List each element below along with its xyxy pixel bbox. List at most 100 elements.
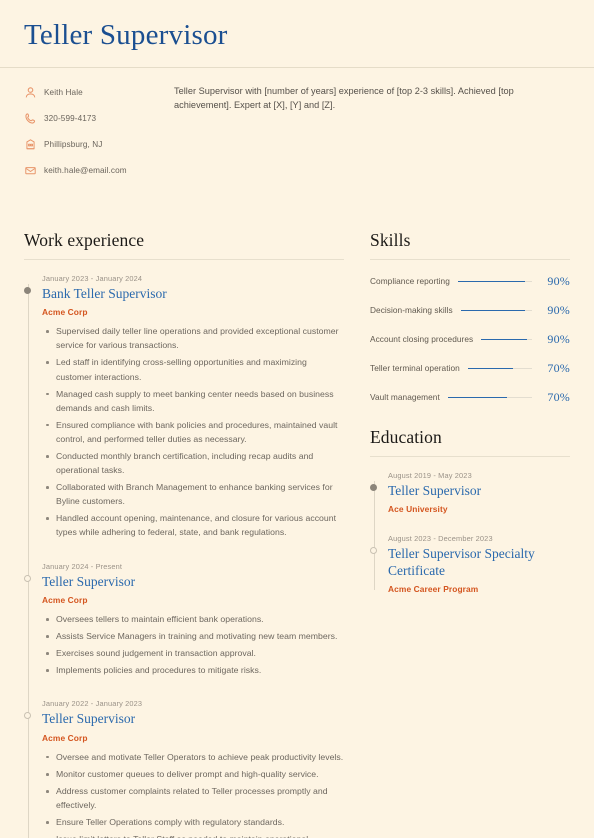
skill-row: Decision-making skills 90% (370, 303, 570, 318)
summary-block: Teller Supervisor with [number of years]… (152, 84, 570, 190)
bullet-item: Managed cash supply to meet banking cent… (46, 387, 344, 415)
work-entry-org: Acme Corp (42, 307, 88, 318)
skill-bar-fill (457, 280, 525, 283)
email-icon (24, 164, 37, 177)
contact-summary-block: Keith Hale 320-599-4173 Phillipsburg, NJ… (0, 68, 594, 190)
education-entry-date: August 2019 - May 2023 (388, 470, 472, 480)
work-entry-title: Teller Supervisor (42, 711, 136, 727)
bullet-item: Led staff in identifying cross-selling o… (46, 355, 344, 383)
skill-bar-track (460, 309, 532, 312)
bullet-item: Conducted monthly branch certification, … (46, 449, 344, 477)
timeline-marker-hollow (370, 547, 377, 555)
person-icon (24, 86, 37, 99)
bullet-item: Monitor customer queues to deliver promp… (46, 767, 344, 781)
building-icon (24, 138, 37, 151)
education-timeline: August 2019 - May 2023 Teller Supervisor… (370, 471, 570, 594)
contact-phone-text: 320-599-4173 (44, 113, 97, 123)
contact-item-phone: 320-599-4173 (24, 112, 152, 126)
education-entry-org: Acme Career Program (388, 584, 479, 595)
summary-text: Teller Supervisor with [number of years]… (174, 85, 514, 111)
skill-row: Vault management 70% (370, 390, 570, 405)
page-title: Teller Supervisor (24, 19, 228, 51)
work-entry-date: January 2024 - Present (42, 561, 123, 571)
skill-bar-fill (481, 338, 527, 341)
skill-label: Teller terminal operation (370, 363, 460, 374)
skill-percent: 70% (547, 360, 570, 375)
work-entry-bullets: Oversee and motivate Teller Operators to… (42, 750, 344, 838)
work-experience-section: Work experience January 2023 - January 2… (24, 230, 344, 838)
education-entry-title: Teller Supervisor Specialty Certificate (388, 546, 535, 578)
bullet-item: Ensured compliance with bank policies an… (46, 418, 344, 446)
timeline-marker-filled (24, 286, 31, 294)
skill-bar-fill (460, 309, 525, 312)
timeline-marker-hollow (24, 712, 31, 720)
bullet-item: Assists Service Managers in training and… (46, 629, 344, 643)
education-entry-title: Teller Supervisor (388, 482, 482, 498)
work-entry-date: January 2023 - January 2024 (42, 273, 143, 283)
contact-email-text: keith.hale@email.com (44, 165, 127, 175)
skill-row: Teller terminal operation 70% (370, 361, 570, 376)
timeline-marker-filled (370, 483, 377, 491)
contact-list: Keith Hale 320-599-4173 Phillipsburg, NJ… (24, 84, 152, 190)
timeline-marker-hollow (24, 574, 31, 582)
bullet-item: Oversee and motivate Teller Operators to… (46, 750, 344, 764)
body-columns: Work experience January 2023 - January 2… (0, 230, 594, 838)
bullet-item: Ensure Teller Operations comply with reg… (46, 815, 344, 829)
skill-bar-track (467, 367, 532, 370)
bullet-item: Implements policies and procedures to mi… (46, 663, 344, 677)
work-entry: January 2024 - Present Teller Supervisor… (24, 561, 344, 678)
education-divider (370, 455, 570, 457)
skill-bar-fill (467, 367, 513, 370)
skill-bar-track (481, 338, 532, 341)
education-section: Education August 2019 - May 2023 Teller … (370, 427, 570, 594)
skills-section: Skills Compliance reporting 90% Decision… (370, 230, 570, 405)
education-entry-org: Ace University (388, 504, 448, 515)
work-entry-title: Bank Teller Supervisor (42, 285, 167, 301)
work-entry-bullets: Supervised daily teller line operations … (42, 324, 344, 539)
bullet-item: Collaborated with Branch Management to e… (46, 480, 344, 508)
skill-label: Decision-making skills (370, 305, 453, 316)
skill-label: Vault management (370, 392, 440, 403)
skill-row: Account closing procedures 90% (370, 332, 570, 347)
skill-row: Compliance reporting 90% (370, 274, 570, 289)
contact-item-location: Phillipsburg, NJ (24, 138, 152, 152)
education-entry: August 2019 - May 2023 Teller Supervisor… (370, 470, 570, 515)
work-entry: January 2022 - January 2023 Teller Super… (24, 699, 344, 838)
bullet-item: Oversees tellers to maintain efficient b… (46, 612, 344, 626)
contact-name-text: Keith Hale (44, 87, 83, 97)
skill-percent: 90% (547, 302, 570, 317)
skill-label: Account closing procedures (370, 334, 474, 345)
education-entry-date: August 2023 - December 2023 (388, 534, 493, 544)
education-heading: Education (370, 426, 442, 447)
skill-percent: 90% (547, 331, 570, 346)
skill-bar-track (447, 396, 532, 399)
skill-bar-fill (447, 396, 507, 399)
bullet-item: Handled account opening, maintenance, an… (46, 511, 344, 539)
work-experience-divider (24, 258, 344, 260)
work-entry: January 2023 - January 2024 Bank Teller … (24, 273, 344, 540)
skill-label: Compliance reporting (370, 276, 450, 287)
contact-location-text: Phillipsburg, NJ (44, 139, 103, 149)
work-entry-org: Acme Corp (42, 595, 88, 606)
work-entry-date: January 2022 - January 2023 (42, 699, 143, 709)
skills-heading: Skills (370, 229, 411, 250)
work-experience-heading: Work experience (24, 229, 145, 250)
resume-page: Teller Supervisor Keith Hale 320-599-417… (0, 0, 594, 838)
work-experience-timeline: January 2023 - January 2024 Bank Teller … (24, 274, 344, 838)
bullet-item: Exercises sound judgement in transaction… (46, 646, 344, 660)
bullet-item: Issue limit letters to Teller Staff as n… (56, 832, 344, 838)
skill-percent: 90% (547, 273, 570, 288)
bullet-item: Address customer complaints related to T… (46, 784, 344, 812)
work-entry-org: Acme Corp (42, 732, 88, 743)
work-entry-bullets: Oversees tellers to maintain efficient b… (42, 612, 344, 677)
right-column: Skills Compliance reporting 90% Decision… (344, 230, 570, 838)
bullet-item: Supervised daily teller line operations … (46, 324, 344, 352)
work-entry-title: Teller Supervisor (42, 573, 136, 589)
skill-percent: 70% (547, 389, 570, 404)
contact-item-name: Keith Hale (24, 86, 152, 100)
contact-item-email: keith.hale@email.com (24, 164, 152, 178)
skill-bar-track (457, 280, 532, 283)
skills-divider (370, 258, 570, 260)
education-entry: August 2023 - December 2023 Teller Super… (370, 534, 570, 595)
phone-icon (24, 112, 37, 125)
